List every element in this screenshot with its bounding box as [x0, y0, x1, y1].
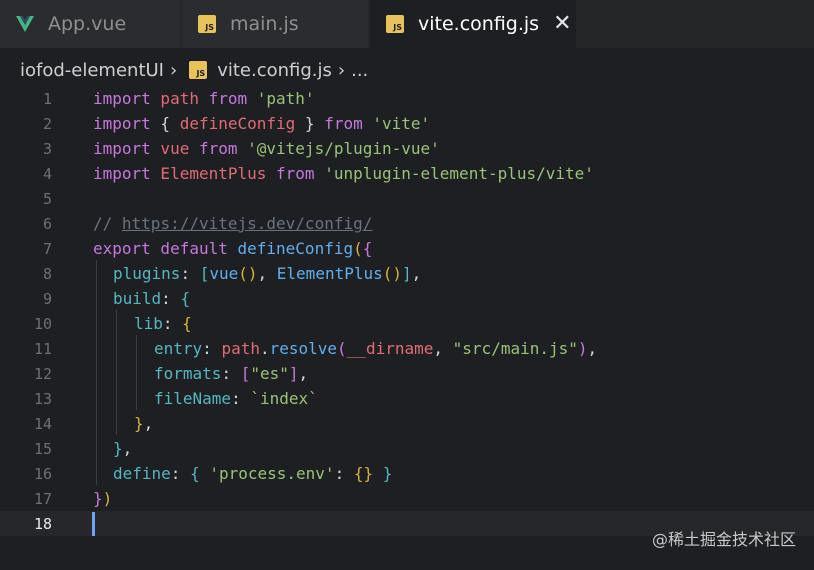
code-text: build: {	[113, 289, 191, 308]
code-line: 3 import vue from '@vitejs/plugin-vue'	[0, 136, 814, 161]
text-cursor	[92, 511, 95, 536]
line-number: 13	[33, 389, 52, 408]
code-line: 5	[0, 186, 814, 211]
code-text: lib: {	[134, 314, 192, 333]
code-text: define: { 'process.env': {} }	[113, 464, 393, 483]
code-text: },	[134, 414, 154, 433]
code-text: export default defineConfig({	[93, 239, 373, 258]
code-line: 16 define: { 'process.env': {} }	[0, 461, 814, 486]
code-text: formats: ["es"],	[154, 364, 309, 383]
line-number: 2	[42, 114, 52, 133]
line-number: 15	[33, 439, 52, 458]
code-line: 13 fileName: `index`	[0, 386, 814, 411]
line-number: 6	[42, 214, 52, 233]
vue-icon	[16, 16, 34, 32]
line-number: 5	[42, 189, 52, 208]
code-text: fileName: `index`	[154, 389, 318, 408]
code-line: 11 entry: path.resolve(__dirname, "src/m…	[0, 336, 814, 361]
code-text: import ElementPlus from 'unplugin-elemen…	[93, 164, 594, 183]
line-number: 17	[33, 489, 52, 508]
js-icon: JS	[386, 15, 404, 33]
line-number: 18	[33, 514, 52, 533]
breadcrumb-folder[interactable]: iofod-elementUI	[20, 60, 164, 81]
watermark: @稀土掘金技术社区	[651, 530, 796, 549]
breadcrumb-file[interactable]: vite.config.js	[217, 60, 332, 81]
line-number: 16	[33, 464, 52, 483]
line-number: 12	[33, 364, 52, 383]
js-icon: JS	[189, 61, 208, 79]
code-text: plugins: [vue(), ElementPlus()],	[113, 264, 422, 283]
close-icon[interactable]: ✕	[553, 13, 571, 35]
chevron-right-icon: ›	[170, 59, 178, 81]
code-text: },	[113, 439, 133, 458]
tab-label: App.vue	[48, 13, 127, 35]
comment-link[interactable]: https://vitejs.dev/config/	[122, 214, 372, 233]
code-line: 2 import { defineConfig } from 'vite'	[0, 111, 814, 136]
code-text: })	[93, 489, 113, 508]
code-text: import vue from '@vitejs/plugin-vue'	[93, 139, 440, 158]
editor-tab-bar: App.vue JS main.js JS vite.config.js ✕	[0, 0, 814, 48]
code-editor[interactable]: 1 import path from 'path' 2 import { def…	[0, 86, 814, 536]
code-line: 9 build: {	[0, 286, 814, 311]
chevron-right-icon: ›	[337, 59, 346, 81]
code-line: 8 plugins: [vue(), ElementPlus()],	[0, 261, 814, 286]
code-line: 7 export default defineConfig({	[0, 236, 814, 261]
tab-label: main.js	[230, 13, 299, 35]
breadcrumb-more[interactable]: ...	[351, 60, 368, 81]
code-line: 14 },	[0, 411, 814, 436]
tab-bar-empty-space	[578, 0, 814, 48]
line-number: 3	[42, 139, 52, 158]
js-icon: JS	[198, 15, 216, 33]
code-line: 17 })	[0, 486, 814, 511]
tab-label: vite.config.js	[418, 13, 540, 35]
tab-main-js[interactable]: JS main.js	[182, 0, 368, 48]
line-number: 9	[42, 289, 52, 308]
code-text: import path from 'path'	[93, 89, 315, 108]
line-number: 8	[42, 264, 52, 283]
code-text: // https://vitejs.dev/config/	[93, 214, 373, 233]
line-number: 4	[42, 164, 52, 183]
code-line: 6 // https://vitejs.dev/config/	[0, 211, 814, 236]
line-number: 14	[33, 414, 52, 433]
line-number: 10	[33, 314, 52, 333]
line-number: 1	[42, 89, 52, 108]
tab-vite-config-js[interactable]: JS vite.config.js ✕	[370, 0, 576, 48]
code-line: 10 lib: {	[0, 311, 814, 336]
code-text: import { defineConfig } from 'vite'	[93, 114, 431, 133]
line-number: 11	[33, 339, 52, 358]
code-line: 15 },	[0, 436, 814, 461]
code-line: 12 formats: ["es"],	[0, 361, 814, 386]
code-line: 1 import path from 'path'	[0, 86, 814, 111]
tab-app-vue[interactable]: App.vue	[0, 0, 180, 48]
breadcrumb: iofod-elementUI › JS vite.config.js › ..…	[20, 56, 368, 84]
line-number: 7	[42, 239, 52, 258]
code-line: 4 import ElementPlus from 'unplugin-elem…	[0, 161, 814, 186]
code-text: entry: path.resolve(__dirname, "src/main…	[154, 339, 598, 358]
